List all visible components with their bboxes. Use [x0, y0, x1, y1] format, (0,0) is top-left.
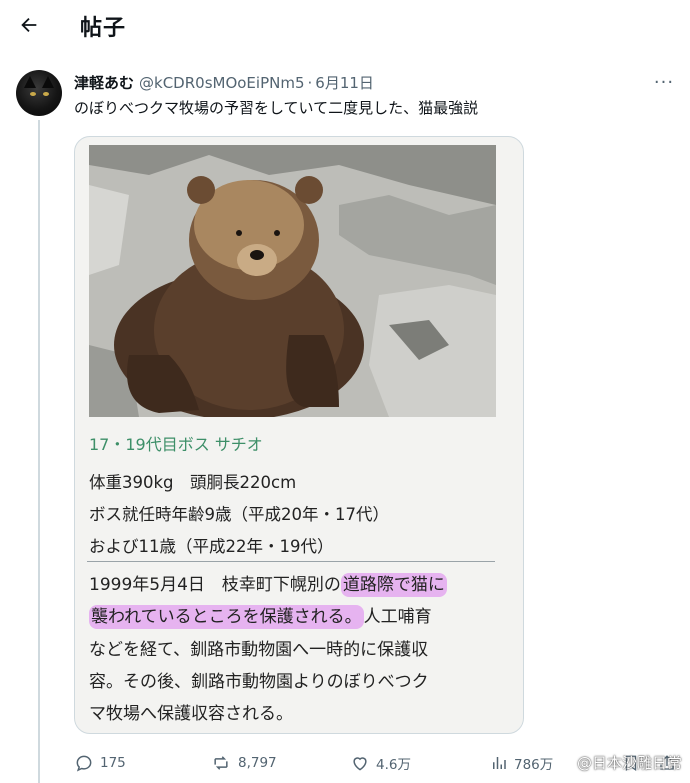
views-button[interactable]: 786万	[490, 748, 553, 778]
like-button[interactable]: 4.6万	[350, 748, 411, 778]
body-line: マ牧場へ保護収容される。	[89, 704, 293, 724]
highlighted-text: 襲われているところを保護される。	[89, 605, 364, 629]
avatar[interactable]	[16, 70, 62, 116]
repost-count: 8,797	[238, 755, 277, 771]
more-options-button[interactable]: ···	[650, 70, 678, 94]
reply-count: 175	[100, 755, 126, 771]
heart-icon	[353, 757, 367, 771]
more-horizontal-icon: ···	[653, 71, 675, 93]
top-bar: 帖子	[0, 0, 690, 52]
user-handle[interactable]: @kCDR0sMOoEiPNm5	[139, 74, 304, 92]
thread-line	[38, 120, 40, 783]
like-count: 4.6万	[376, 757, 411, 773]
body-line: などを経て、釧路市動物園へ一時的に保護収	[89, 640, 429, 660]
body-text: 人工哺育	[363, 607, 432, 627]
divider	[87, 561, 495, 562]
post-text: のぼりべつクマ牧場の予習をしていて二度見した、猫最強説	[74, 99, 479, 117]
post-header: 津軽あむ @kCDR0sMOoEiPNm5 · 6月11日	[74, 72, 374, 93]
stat-line: および11歳（平成22年・19代）	[89, 537, 334, 556]
bear-photo	[89, 145, 496, 417]
post-date[interactable]: 6月11日	[315, 72, 374, 93]
separator-dot: ·	[307, 74, 313, 92]
views-count: 786万	[514, 757, 554, 773]
repost-icon	[214, 756, 228, 770]
media-image[interactable]: 17・19代目ボス サチオ 体重390kg 頭胴長220cm ボス就任時年齢9歳…	[74, 136, 524, 734]
arrow-left-icon	[21, 17, 37, 33]
body-line: 襲われているところを保護される。 人工哺育	[89, 605, 432, 629]
back-button[interactable]	[12, 8, 46, 42]
stat-line: ボス就任時年齢9歳（平成20年・17代）	[89, 505, 389, 524]
body-line: 容。その後、釧路市動物園よりのぼりべつク	[89, 672, 429, 692]
body-text: 1999年5月4日 枝幸町下幌別の	[89, 575, 341, 595]
reply-button[interactable]: 175	[74, 748, 126, 778]
display-name[interactable]: 津軽あむ	[74, 72, 134, 93]
page-title: 帖子	[80, 16, 127, 41]
highlighted-text: 道路際で猫に	[340, 573, 447, 597]
analytics-icon	[493, 757, 506, 769]
caption-title: 17・19代目ボス サチオ	[89, 435, 263, 454]
repost-button[interactable]: 8,797	[210, 748, 277, 778]
body-line: 1999年5月4日 枝幸町下幌別の 道路際で猫に	[89, 573, 447, 597]
stat-line: 体重390kg 頭胴長220cm	[89, 473, 297, 492]
watermark: @日本沙雕日常	[576, 754, 682, 772]
reply-icon	[76, 755, 92, 772]
